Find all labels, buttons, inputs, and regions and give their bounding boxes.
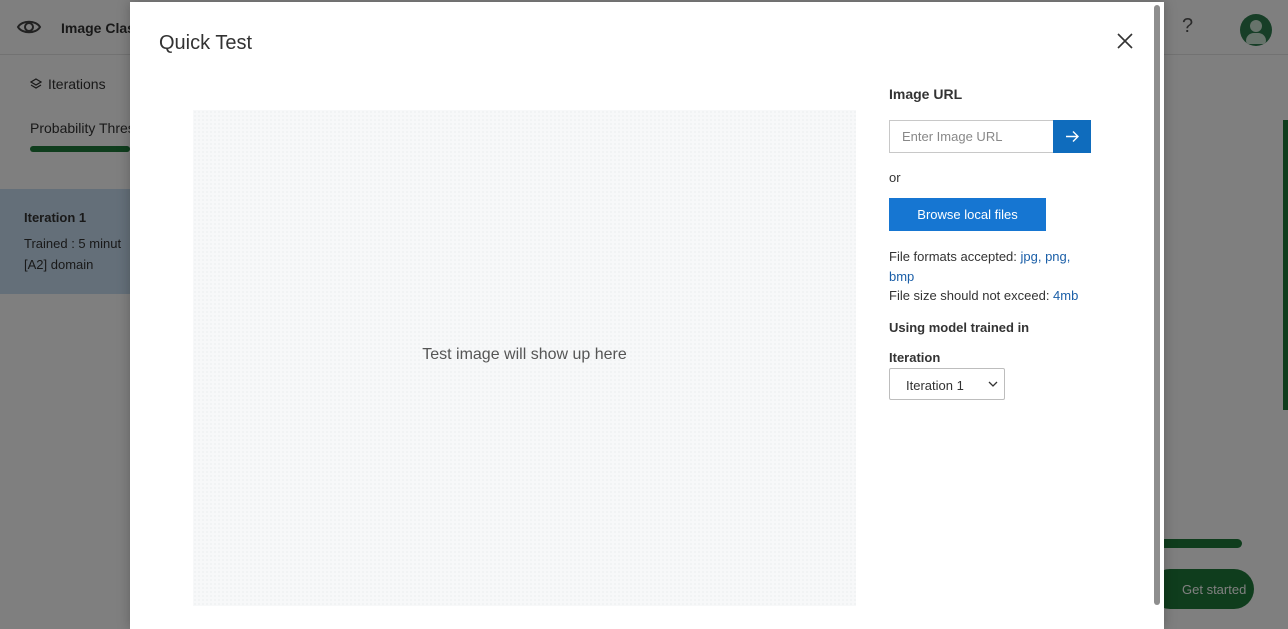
iteration-dropdown[interactable]: Iteration 1	[889, 368, 1005, 400]
iteration-label: Iteration	[889, 350, 941, 365]
dialog-scrollbar[interactable]	[1154, 5, 1160, 605]
file-size-prefix: File size should not exceed:	[889, 288, 1054, 303]
file-size-info: File size should not exceed: 4mb	[889, 288, 1078, 303]
image-url-label: Image URL	[889, 86, 963, 102]
file-size-value: 4mb	[1053, 288, 1079, 303]
browse-local-files-button[interactable]: Browse local files	[889, 198, 1046, 231]
submit-url-button[interactable]	[1053, 120, 1091, 153]
quick-test-dialog: Quick Test Test image will show up here …	[130, 2, 1164, 629]
test-image-preview: Test image will show up here	[193, 110, 856, 606]
preview-placeholder-text: Test image will show up here	[422, 346, 627, 363]
arrow-right-icon	[1066, 131, 1079, 142]
file-formats-prefix: File formats accepted:	[889, 249, 1021, 264]
model-trained-label: Using model trained in	[889, 320, 1030, 335]
close-icon[interactable]	[1114, 30, 1136, 52]
iteration-dropdown-value: Iteration 1	[906, 378, 964, 393]
or-separator: or	[889, 170, 901, 185]
dialog-title: Quick Test	[159, 32, 252, 54]
file-formats-info: File formats accepted: jpg, png, bmp	[889, 247, 1099, 287]
chevron-down-icon	[988, 381, 998, 387]
image-url-input[interactable]	[889, 120, 1053, 153]
